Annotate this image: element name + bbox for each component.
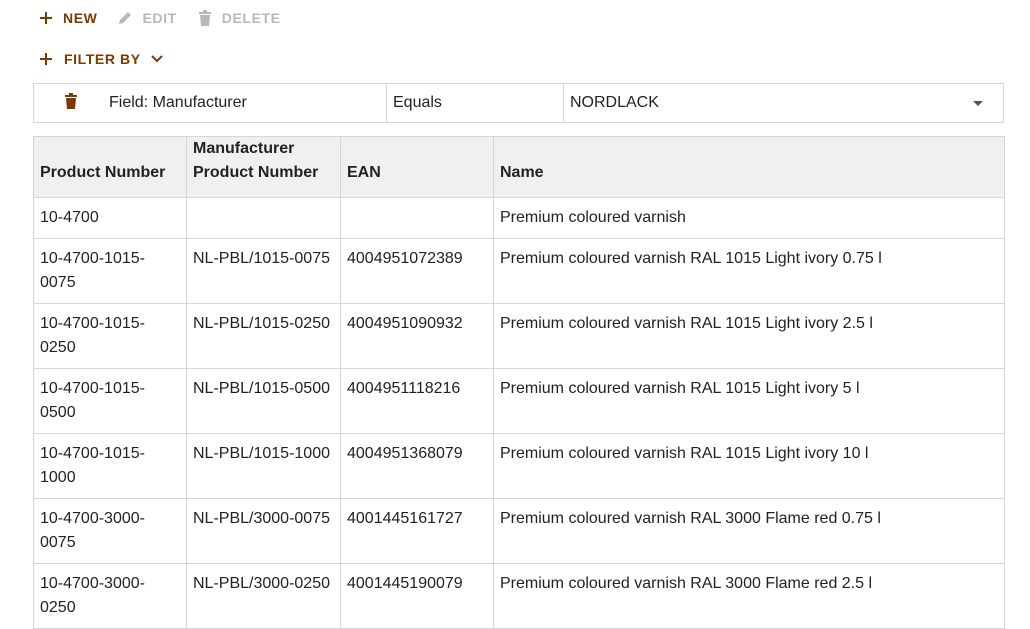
cell-product-number: 10-4700-1015-1000 bbox=[33, 433, 187, 499]
cell-ean: 4001445190079 bbox=[340, 563, 494, 629]
filter-field: Field: Manufacturer bbox=[92, 84, 387, 122]
filter-value-select[interactable]: NORDLACK bbox=[564, 84, 1003, 122]
remove-filter-button[interactable] bbox=[34, 84, 92, 122]
cell-ean: 4004951368079 bbox=[340, 433, 494, 499]
pencil-icon bbox=[117, 10, 133, 26]
cell-name: Premium coloured varnish RAL 1015 Light … bbox=[493, 368, 1005, 434]
cell-manufacturer-number: NL-PBL/1015-1000 bbox=[186, 433, 341, 499]
table-row[interactable]: 10-4700-3000-0075 NL-PBL/3000-0075 40014… bbox=[33, 498, 1005, 564]
plus-icon bbox=[38, 51, 54, 67]
cell-ean: 4001445161727 bbox=[340, 498, 494, 564]
cell-name: Premium coloured varnish RAL 1015 Light … bbox=[493, 303, 1005, 369]
cell-product-number: 10-4700-1015-0075 bbox=[33, 238, 187, 304]
cell-product-number: 10-4700 bbox=[33, 197, 187, 239]
cell-ean bbox=[340, 197, 494, 239]
cell-name: Premium coloured varnish bbox=[493, 197, 1005, 239]
cell-product-number: 10-4700-1015-0500 bbox=[33, 368, 187, 434]
cell-name: Premium coloured varnish RAL 3000 Flame … bbox=[493, 498, 1005, 564]
table-row[interactable]: 10-4700-1015-0250 NL-PBL/1015-0250 40049… bbox=[33, 303, 1005, 369]
cell-manufacturer-number: NL-PBL/3000-0250 bbox=[186, 563, 341, 629]
filter-by-button[interactable]: FILTER BY bbox=[38, 48, 163, 70]
delete-button[interactable]: DELETE bbox=[197, 10, 281, 26]
cell-manufacturer-number: NL-PBL/1015-0075 bbox=[186, 238, 341, 304]
cell-product-number: 10-4700-3000-0075 bbox=[33, 498, 187, 564]
table-row[interactable]: 10-4700 Premium coloured varnish bbox=[33, 197, 1005, 239]
table-row[interactable]: 10-4700-3000-0250 NL-PBL/3000-0250 40014… bbox=[33, 563, 1005, 629]
cell-name: Premium coloured varnish RAL 1015 Light … bbox=[493, 433, 1005, 499]
trash-icon bbox=[197, 10, 213, 26]
filter-row: Field: Manufacturer Equals NORDLACK bbox=[33, 83, 1004, 123]
edit-button[interactable]: EDIT bbox=[117, 10, 176, 26]
cell-name: Premium coloured varnish RAL 1015 Light … bbox=[493, 238, 1005, 304]
cell-manufacturer-number: NL-PBL/3000-0075 bbox=[186, 498, 341, 564]
table-header-row: Product Number Manufacturer Product Numb… bbox=[33, 136, 1005, 198]
filter-value: NORDLACK bbox=[570, 94, 659, 111]
column-header[interactable]: Name bbox=[493, 136, 1005, 198]
new-button[interactable]: NEW bbox=[38, 10, 97, 26]
cell-ean: 4004951090932 bbox=[340, 303, 494, 369]
new-button-label: NEW bbox=[63, 10, 98, 26]
cell-manufacturer-number: NL-PBL/1015-0500 bbox=[186, 368, 341, 434]
products-table: Product Number Manufacturer Product Numb… bbox=[33, 136, 1005, 629]
plus-icon bbox=[38, 10, 54, 26]
cell-ean: 4004951118216 bbox=[340, 368, 494, 434]
trash-icon bbox=[65, 92, 77, 114]
cell-name: Premium coloured varnish RAL 3000 Flame … bbox=[493, 563, 1005, 629]
column-header[interactable]: Product Number bbox=[33, 136, 187, 198]
cell-manufacturer-number: NL-PBL/1015-0250 bbox=[186, 303, 341, 369]
delete-button-label: DELETE bbox=[221, 10, 281, 26]
chevron-down-icon bbox=[150, 55, 163, 63]
table-row[interactable]: 10-4700-1015-0500 NL-PBL/1015-0500 40049… bbox=[33, 368, 1005, 434]
column-header[interactable]: Manufacturer Product Number bbox=[186, 136, 341, 198]
cell-ean: 4004951072389 bbox=[340, 238, 494, 304]
filter-operator[interactable]: Equals bbox=[387, 84, 564, 122]
column-header[interactable]: EAN bbox=[340, 136, 494, 198]
filter-by-label: FILTER BY bbox=[64, 51, 141, 67]
edit-button-label: EDIT bbox=[142, 10, 177, 26]
toolbar: NEW EDIT DELETE bbox=[38, 6, 301, 30]
cell-product-number: 10-4700-1015-0250 bbox=[33, 303, 187, 369]
table-row[interactable]: 10-4700-1015-0075 NL-PBL/1015-0075 40049… bbox=[33, 238, 1005, 304]
cell-manufacturer-number bbox=[186, 197, 341, 239]
table-row[interactable]: 10-4700-1015-1000 NL-PBL/1015-1000 40049… bbox=[33, 433, 1005, 499]
caret-down-icon bbox=[973, 100, 983, 106]
cell-product-number: 10-4700-3000-0250 bbox=[33, 563, 187, 629]
